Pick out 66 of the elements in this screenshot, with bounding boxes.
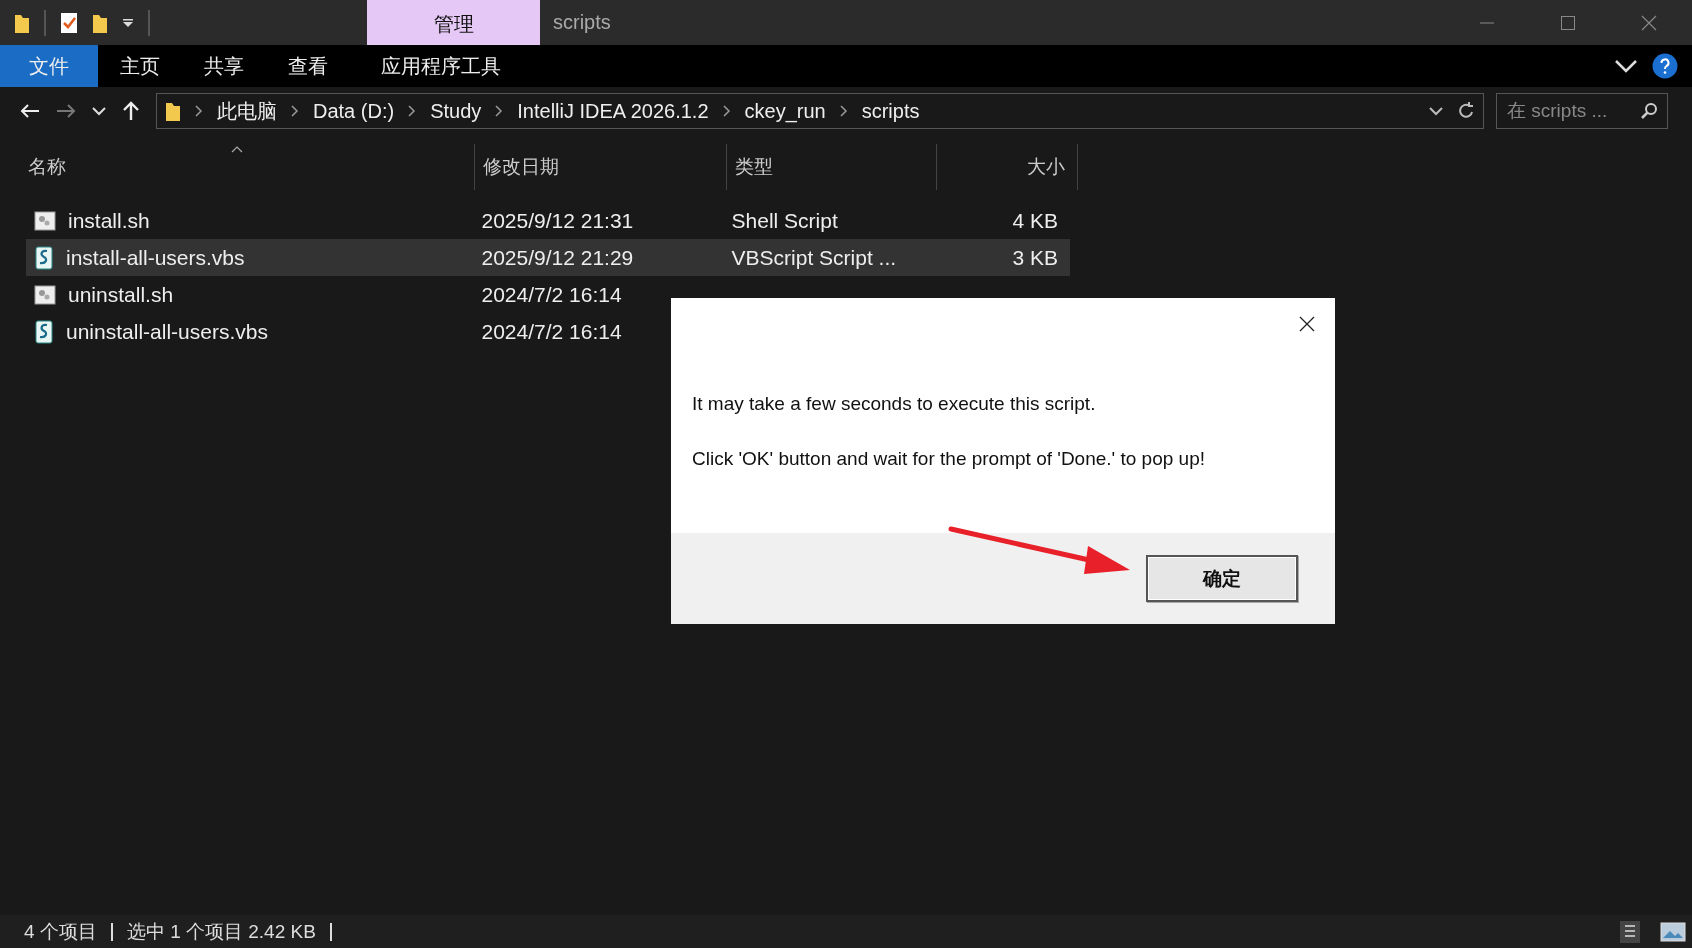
ok-button[interactable]: 确定 [1146, 555, 1298, 602]
column-header[interactable]: 大小 [937, 144, 1078, 190]
help-icon[interactable] [1652, 53, 1678, 79]
status-text: 4 个项目 [24, 919, 97, 944]
file-row[interactable]: uninstall.sh 2024/7/2 16:14 [26, 276, 1070, 313]
status-text: 选中 1 个项目 2.42 KB [126, 919, 316, 944]
modified-date: 2024/7/2 16:14 [481, 319, 622, 344]
window-title: scripts [553, 11, 612, 34]
file-row[interactable]: uninstall-all-users.vbs 2024/7/2 16:14 [26, 313, 1070, 350]
address-bar[interactable]: 此电脑 Data (D:) Study IntelliJ IDEA 2026.1.2 ckey_run scripts [156, 93, 1484, 129]
script-scroll-icon [34, 319, 54, 344]
ribbon-tab[interactable]: 应用程序工具 [354, 45, 527, 87]
file-name: install-all-users.vbs [66, 245, 245, 270]
properties-icon[interactable] [60, 11, 78, 34]
ribbon-tab[interactable]: 文件 [0, 45, 98, 87]
refresh-icon[interactable] [1457, 101, 1475, 121]
file-size: 4 KB [1012, 208, 1058, 233]
history-dropdown-icon[interactable] [1429, 106, 1443, 116]
chevron-icon[interactable] [495, 105, 504, 117]
large-icons-view-icon[interactable] [1660, 921, 1686, 942]
up-arrow-icon[interactable] [122, 101, 140, 121]
file-row[interactable]: install-all-users.vbs 2025/9/12 21:29 VBScript Script ... 3 KB [26, 239, 1070, 276]
chevron-icon[interactable] [408, 105, 417, 117]
file-type: Shell Script [731, 208, 838, 233]
file-name: uninstall-all-users.vbs [66, 319, 268, 344]
chevron-icon[interactable] [291, 105, 299, 117]
breadcrumb[interactable]: scripts [861, 99, 920, 123]
breadcrumb[interactable]: Data (D:) [313, 99, 395, 123]
modified-date: 2025/9/12 21:31 [481, 208, 634, 233]
expand-ribbon-icon[interactable] [1614, 58, 1638, 74]
details-view-icon[interactable] [1620, 920, 1640, 943]
maximize-icon[interactable] [1560, 14, 1576, 31]
file-name: install.sh [68, 208, 150, 233]
modified-date: 2024/7/2 16:14 [481, 282, 622, 307]
dropdown-icon[interactable] [122, 17, 134, 28]
file-size: 3 KB [1012, 245, 1058, 270]
file-gear-icon [34, 210, 56, 231]
file-name: uninstall.sh [68, 282, 174, 307]
breadcrumb[interactable]: IntelliJ IDEA 2026.1.2 [517, 99, 709, 123]
chevron-icon[interactable] [839, 105, 848, 117]
search-icon [1640, 102, 1658, 120]
breadcrumb[interactable]: ckey_run [744, 99, 826, 123]
column-header[interactable]: 修改日期 [475, 144, 727, 190]
search-field[interactable]: 在 scripts ... [1496, 93, 1668, 129]
dialog-message: It may take a few seconds to execute this script. [692, 393, 1097, 415]
sort-caret-icon [231, 146, 243, 153]
file-gear-icon [34, 284, 56, 305]
column-header[interactable]: 类型 [727, 144, 937, 190]
folder-icon [165, 100, 181, 122]
context-tab[interactable]: 管理 [367, 0, 540, 45]
column-header[interactable]: 名称 [0, 144, 475, 190]
script-scroll-icon [34, 245, 54, 270]
dialog-message: Click 'OK' button and wait for the prompt of 'Done.' to pop up! [692, 448, 1206, 470]
back-arrow-icon[interactable] [20, 103, 40, 119]
breadcrumb[interactable]: Study [430, 99, 482, 123]
ribbon-tab[interactable]: 查看 [266, 45, 350, 87]
file-row[interactable]: install.sh 2025/9/12 21:31 Shell Script 4 KB [26, 202, 1070, 239]
recent-dropdown-icon[interactable] [92, 106, 106, 116]
close-icon[interactable] [1299, 316, 1315, 332]
breadcrumb[interactable]: 此电脑 [217, 97, 277, 125]
ribbon-tab[interactable]: 主页 [98, 45, 182, 87]
chevron-icon[interactable] [722, 105, 731, 117]
modified-date: 2025/9/12 21:29 [481, 245, 634, 270]
chevron-icon[interactable] [195, 105, 203, 117]
file-type: VBScript Script ... [731, 245, 897, 270]
ribbon-tab[interactable]: 共享 [182, 45, 266, 87]
